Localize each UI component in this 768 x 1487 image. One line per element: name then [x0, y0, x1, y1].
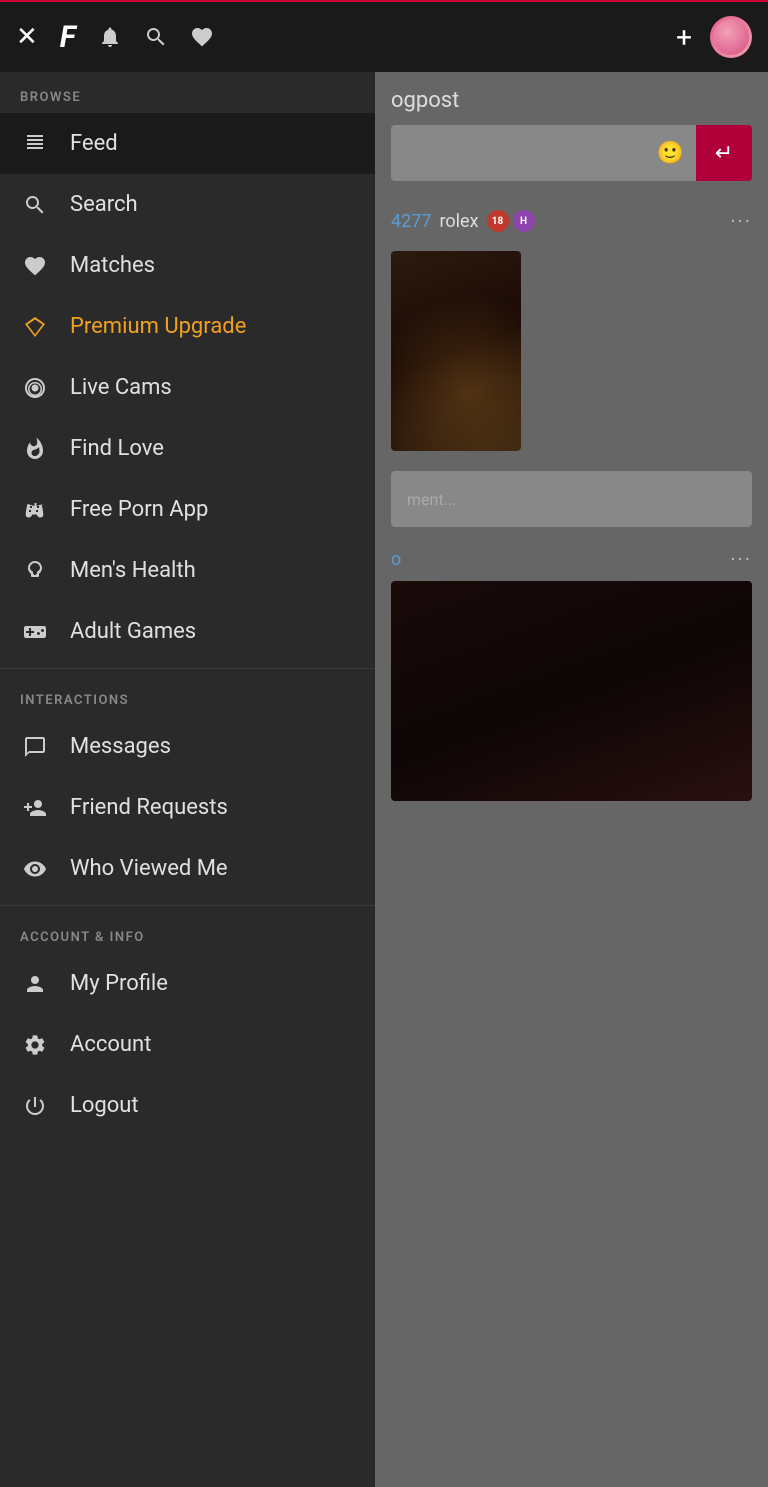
adult-games-label: Adult Games — [70, 619, 196, 644]
add-icon[interactable]: + — [676, 21, 692, 54]
interactions-section-label: INTERACTIONS — [0, 675, 375, 716]
controller-icon — [20, 498, 50, 522]
premium-label: Premium Upgrade — [70, 314, 246, 339]
topbar-right: + — [676, 16, 752, 58]
power-icon — [20, 1094, 50, 1118]
post-id: 4277 — [391, 211, 431, 232]
sidebar-item-feed[interactable]: Feed — [0, 113, 375, 174]
search-label: Search — [70, 192, 138, 217]
post-image2 — [391, 581, 752, 801]
post-row2-more[interactable]: ··· — [730, 547, 752, 571]
health-icon — [20, 559, 50, 583]
heart-icon[interactable] — [190, 25, 214, 49]
sidebar-item-account[interactable]: Account — [0, 1014, 375, 1075]
avatar[interactable] — [710, 16, 752, 58]
find-love-label: Find Love — [70, 436, 164, 461]
bell-icon[interactable] — [98, 25, 122, 49]
sidebar-item-premium[interactable]: Premium Upgrade — [0, 296, 375, 357]
avatar-image — [713, 19, 749, 55]
topbar: ✕ F + — [0, 0, 768, 72]
sidebar-item-search[interactable]: Search — [0, 174, 375, 235]
sidebar-item-friend-requests[interactable]: Friend Requests — [0, 777, 375, 838]
friend-request-icon — [20, 796, 50, 820]
sidebar-item-matches[interactable]: Matches — [0, 235, 375, 296]
post-badges: 18 H — [487, 210, 535, 232]
right-panel: ogpost 🙂 ↵ 4277 rolex 18 H ··· ment... — [375, 72, 768, 817]
post-more-button[interactable]: ··· — [730, 209, 752, 233]
mens-health-label: Men's Health — [70, 558, 196, 583]
search-menu-icon — [20, 193, 50, 217]
camera-icon — [20, 376, 50, 400]
close-icon[interactable]: ✕ — [16, 22, 38, 52]
free-porn-app-label: Free Porn App — [70, 497, 208, 522]
comment-input-box[interactable]: 🙂 — [391, 125, 696, 181]
sidebar-item-logout[interactable]: Logout — [0, 1075, 375, 1136]
account-label: Account — [70, 1032, 151, 1057]
gear-icon — [20, 1033, 50, 1057]
sidebar-item-who-viewed-me[interactable]: Who Viewed Me — [0, 838, 375, 899]
logo-icon[interactable]: F — [60, 20, 76, 55]
topbar-left: ✕ F — [16, 20, 676, 55]
friend-requests-label: Friend Requests — [70, 795, 228, 820]
matches-icon — [20, 254, 50, 278]
my-profile-label: My Profile — [70, 971, 168, 996]
messages-label: Messages — [70, 734, 171, 759]
badge-age: 18 — [487, 210, 509, 232]
browse-section-label: BROWSE — [0, 72, 375, 113]
profile-icon — [20, 972, 50, 996]
post-row2-id: o — [391, 549, 401, 570]
logout-label: Logout — [70, 1093, 139, 1118]
send-button[interactable]: ↵ — [696, 125, 752, 181]
badge-type: H — [513, 210, 535, 232]
post-image-overlay — [391, 251, 521, 451]
diamond-icon — [20, 315, 50, 339]
post-row2: o ··· — [391, 547, 752, 571]
divider-2 — [0, 905, 375, 906]
matches-label: Matches — [70, 253, 155, 278]
eye-icon — [20, 857, 50, 881]
live-cams-label: Live Cams — [70, 375, 172, 400]
who-viewed-me-label: Who Viewed Me — [70, 856, 228, 881]
message-icon — [20, 735, 50, 759]
blogpost-label: ogpost — [391, 88, 752, 113]
emoji-icon[interactable]: 🙂 — [657, 141, 684, 166]
divider-1 — [0, 668, 375, 669]
feed-icon — [20, 132, 50, 156]
search-icon[interactable] — [144, 25, 168, 49]
gamepad-icon — [20, 620, 50, 644]
post-username: rolex — [439, 211, 478, 232]
flame-icon — [20, 437, 50, 461]
sidebar-item-mens-health[interactable]: Men's Health — [0, 540, 375, 601]
sidebar-item-free-porn-app[interactable]: Free Porn App — [0, 479, 375, 540]
post-meta: 4277 rolex 18 H ··· — [391, 201, 752, 241]
main-content: ogpost 🙂 ↵ 4277 rolex 18 H ··· ment... — [375, 72, 768, 1487]
sidebar-item-messages[interactable]: Messages — [0, 716, 375, 777]
feed-label: Feed — [70, 131, 118, 156]
comment-input-bottom[interactable]: ment... — [391, 471, 752, 527]
send-icon: ↵ — [715, 141, 733, 166]
sidebar-item-adult-games[interactable]: Adult Games — [0, 601, 375, 662]
sidebar-drawer: BROWSE Feed Search Matches — [0, 72, 375, 1487]
sidebar-item-my-profile[interactable]: My Profile — [0, 953, 375, 1014]
post-image — [391, 251, 521, 451]
sidebar-item-find-love[interactable]: Find Love — [0, 418, 375, 479]
account-section-label: ACCOUNT & INFO — [0, 912, 375, 953]
comment-input-area: 🙂 ↵ — [391, 125, 752, 181]
comment-placeholder: ment... — [407, 490, 456, 509]
sidebar-item-live-cams[interactable]: Live Cams — [0, 357, 375, 418]
